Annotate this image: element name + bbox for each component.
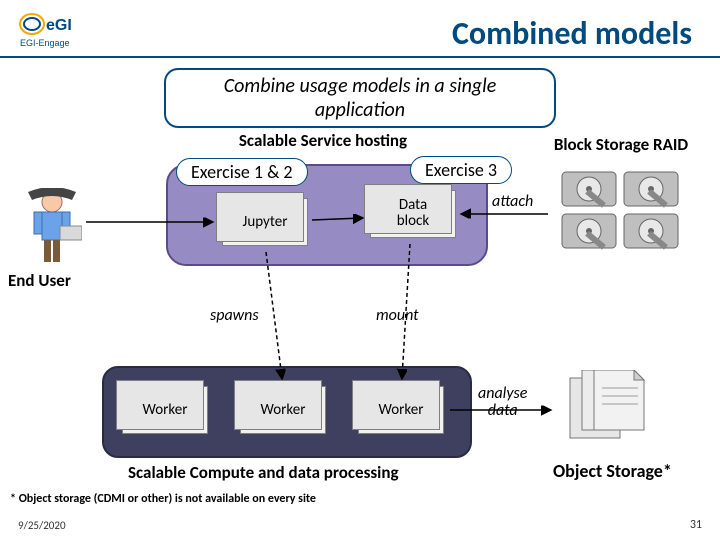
worker-node: Worker xyxy=(240,386,326,434)
worker-node: Worker xyxy=(122,386,208,434)
jupyter-node: Jupyter xyxy=(222,198,308,246)
worker-node: Worker xyxy=(358,386,444,434)
arrows-overlay xyxy=(0,0,720,540)
exercise-3-pill: Exercise 3 xyxy=(410,156,512,184)
exercise-1-2-pill: Exercise 1 & 2 xyxy=(176,158,308,186)
data-block-node: Data block xyxy=(370,190,456,238)
